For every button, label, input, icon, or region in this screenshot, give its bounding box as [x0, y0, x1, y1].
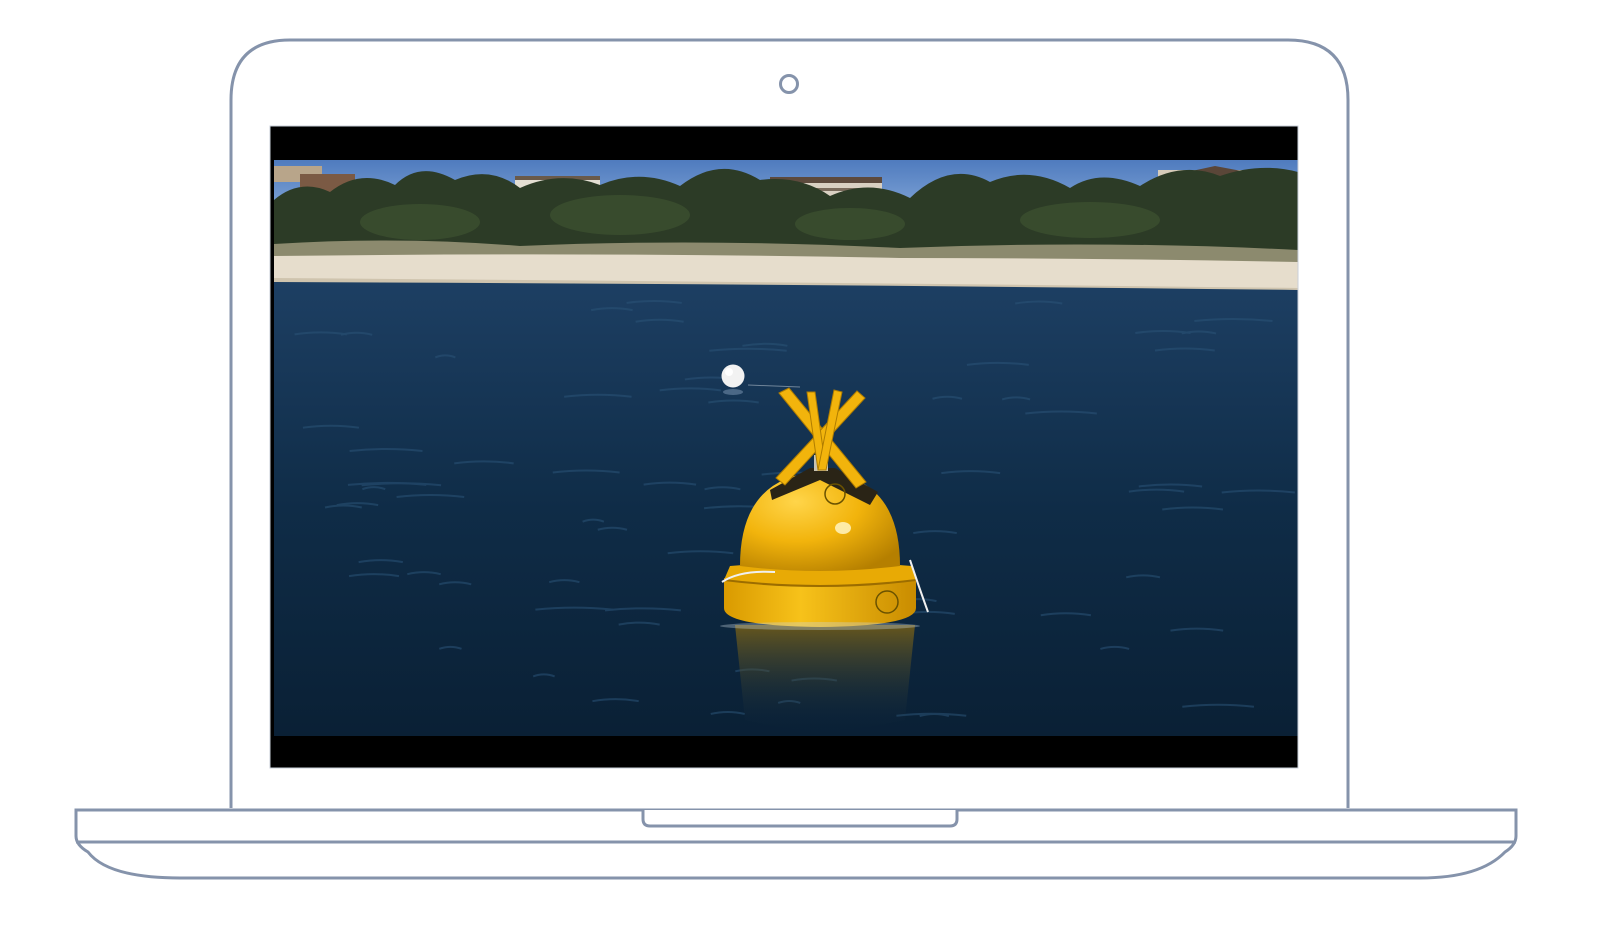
video-frame [274, 160, 1298, 736]
video-player[interactable] [270, 126, 1298, 768]
trackpad-notch [641, 810, 959, 828]
camera-icon [779, 74, 799, 94]
laptop-illustration [74, 38, 1518, 880]
buoy-reflection [735, 625, 915, 730]
white-float [721, 364, 745, 395]
laptop-mockup [0, 0, 1600, 940]
